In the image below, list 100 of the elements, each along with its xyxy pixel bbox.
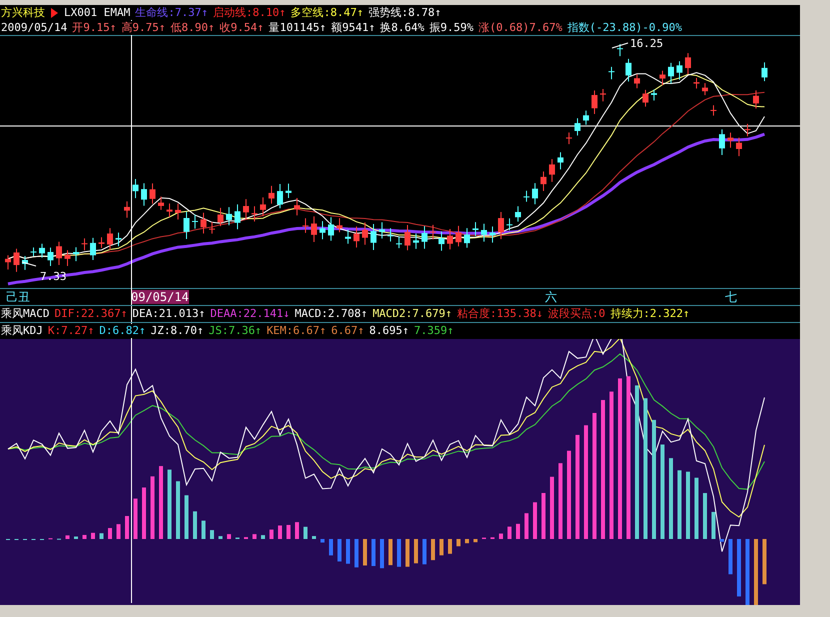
- candlestick: [592, 90, 598, 114]
- candlestick: [753, 90, 759, 109]
- histogram-bar: [414, 539, 418, 564]
- indicator-value: 多空线:8.47↑: [290, 6, 364, 20]
- quote-value: 涨(0.68)7.67%: [478, 20, 562, 34]
- candlestick: [141, 182, 147, 206]
- candlestick: [268, 185, 274, 204]
- candlestick: [617, 44, 623, 57]
- candlestick: [30, 246, 36, 257]
- quote-value: 振9.59%: [429, 20, 474, 34]
- candlestick: [243, 198, 249, 220]
- candlestick: [660, 70, 666, 86]
- candlestick: [456, 225, 462, 247]
- histogram-bar: [762, 539, 766, 584]
- candlestick: [600, 88, 606, 102]
- candlestick: [728, 132, 734, 148]
- candlestick: [22, 256, 28, 270]
- quote-date: 2009/05/14: [1, 20, 68, 34]
- candlestick: [209, 222, 215, 234]
- candlestick: [651, 89, 657, 101]
- histogram-bar: [524, 513, 528, 539]
- candlestick: [736, 137, 742, 157]
- histogram-bar: [227, 534, 231, 539]
- indicator-value: 强势线:8.78↑: [368, 6, 442, 20]
- indicator-title: 乘风KDJ: [1, 324, 43, 338]
- histogram-bar: [397, 539, 401, 567]
- histogram-bar: [754, 539, 758, 605]
- histogram-bar: [440, 539, 444, 556]
- histogram-bar: [74, 536, 78, 539]
- histogram-bar: [686, 472, 690, 539]
- indicator-value: 生命线:7.37↑: [135, 6, 208, 20]
- histogram-bar: [304, 526, 308, 539]
- candlestick: [184, 211, 190, 240]
- candlestick: [252, 206, 258, 222]
- candlestick: [694, 77, 700, 89]
- histogram-bar: [252, 534, 256, 539]
- histogram-bar: [66, 535, 70, 539]
- histogram-bar: [728, 539, 732, 574]
- candlestick: [14, 248, 20, 272]
- quote-value: 开9.15↑: [72, 20, 116, 34]
- indicator-value: 持续力:2.322↑: [610, 307, 690, 321]
- leader-line: [612, 42, 628, 48]
- candlestick: [73, 246, 79, 262]
- quote-value: 指数(-23.88)-0.90%: [567, 20, 682, 34]
- quote-value: 额9541↑: [331, 20, 376, 34]
- candlestick: [472, 222, 478, 237]
- candlestick: [56, 241, 62, 266]
- candlestick: [48, 247, 54, 267]
- candlestick: [370, 223, 376, 250]
- histogram-bar: [100, 533, 104, 539]
- candlestick: [549, 158, 555, 182]
- indicator-value: 粘合度:135.38↓: [457, 307, 544, 321]
- quote-value: 高9.75↑: [121, 20, 166, 34]
- histogram-bar: [508, 526, 512, 539]
- candlestick: [64, 250, 70, 267]
- histogram-bar: [406, 539, 410, 567]
- histogram-bar: [422, 539, 426, 564]
- histogram-bar: [372, 539, 376, 566]
- candlestick: [608, 66, 614, 80]
- histogram-bar: [312, 536, 316, 539]
- candlestick: [166, 202, 172, 218]
- candlestick: [744, 123, 750, 137]
- candlestick: [5, 254, 11, 270]
- candlestick: [286, 183, 292, 199]
- histogram-bar: [168, 470, 172, 539]
- candlestick: [422, 226, 428, 250]
- candlestick: [404, 224, 410, 251]
- histogram-bar: [142, 488, 146, 539]
- histogram-bar: [499, 534, 503, 539]
- histogram-bar: [108, 528, 112, 539]
- candlestick: [200, 212, 206, 234]
- quote-value: 收9.54↑: [220, 20, 264, 34]
- leader-line: [22, 262, 36, 266]
- histogram-bar: [278, 526, 282, 539]
- histogram-bar: [694, 478, 698, 539]
- candlestick: [540, 171, 546, 192]
- candlestick: [515, 206, 521, 222]
- candlestick: [676, 60, 682, 80]
- histogram-bar: [746, 539, 750, 605]
- candlestick: [430, 224, 436, 240]
- histogram-bar: [533, 502, 537, 539]
- candlestick: [719, 128, 725, 156]
- candlestick: [710, 104, 716, 116]
- candlestick: [626, 58, 632, 82]
- candlestick: [379, 222, 385, 240]
- candlestick: [328, 216, 334, 242]
- histogram-bar: [550, 476, 554, 539]
- candlestick: [396, 236, 402, 249]
- candlestick: [150, 182, 156, 204]
- quote-value: 量101145↑: [268, 20, 326, 34]
- histogram-bar: [678, 470, 682, 539]
- candlestick: [447, 228, 453, 250]
- candlestick: [668, 62, 674, 84]
- candlestick: [634, 74, 640, 89]
- candlestick: [506, 218, 512, 231]
- histogram-bar: [184, 495, 188, 539]
- candlestick: [702, 82, 708, 96]
- histogram-bar: [270, 530, 274, 539]
- candlestick: [234, 204, 240, 230]
- histogram-bar: [346, 539, 350, 564]
